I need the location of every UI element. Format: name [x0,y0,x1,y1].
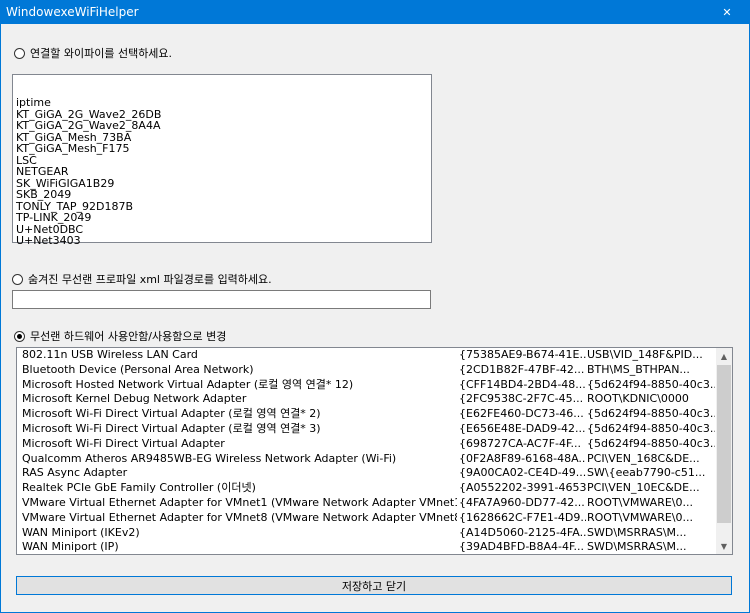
adapter-row[interactable]: WAN Miniport (IKEv2) {A14D5060-2125-4FA..… [17,526,732,541]
adapter-row[interactable]: VMware Virtual Ethernet Adapter for VMne… [17,496,732,511]
save-and-close-button[interactable]: 저장하고 닫기 [16,576,732,595]
adapter-name: Microsoft Hosted Network Virtual Adapter… [22,377,354,391]
adapter-pnp-id: ROOT\VMWARE\0... [587,495,693,509]
adapter-guid: {2FC9538C-2F7C-45... [459,392,584,406]
adapter-row[interactable]: Microsoft Hosted Network Virtual Adapter… [17,378,732,393]
adapter-row[interactable]: Bluetooth Device (Personal Area Network)… [17,363,732,378]
wifi-list-item[interactable]: KT_GiGA_Mesh_F175 [16,143,161,155]
adapter-row[interactable]: WAN Miniport (IP) {39AD4BFD-B8A4-4F... SWD… [17,540,732,554]
scroll-up-arrow-icon[interactable]: ▲ [716,348,732,364]
adapter-row[interactable]: Realtek PCIe GbE Family Controller (이더넷)… [17,481,732,496]
adapter-pnp-id: USB\VID_148F&PID... [587,348,703,361]
adapter-name: VMware Virtual Ethernet Adapter for VMne… [22,510,457,524]
adapter-pnp-id: PCI\VEN_168C&DE... [587,451,700,465]
adapter-name: 802.11n USB Wireless LAN Card [22,348,198,361]
adapter-pnp-id: ROOT\VMWARE\0... [587,510,693,524]
adapter-pnp-id: SWD\MSRRAS\M... [587,540,687,554]
wifi-list-item[interactable]: U+Net3403 [16,235,161,247]
adapter-guid: {CFF14BD4-2BD4-48... [459,377,586,391]
adapter-guid: {39AD4BFD-B8A4-4F... [459,540,584,554]
adapter-name: Realtek PCIe GbE Family Controller (이더넷) [22,481,256,495]
radio-circle[interactable] [12,273,23,285]
adapter-name: VMware Virtual Ethernet Adapter for VMne… [22,495,457,509]
radio-circle-checked[interactable] [14,330,25,342]
adapter-pnp-id: {5d624f94-8850-40c3... [587,407,715,421]
wifi-items: iptime KT_GiGA_2G_Wave2_26DB KT_GiGA_2G_Wa… [16,97,161,247]
adapter-name: WAN Miniport (IP) [22,540,119,554]
adapter-guid: {4FA7A960-DD77-42... [459,495,585,509]
adapter-name: Bluetooth Device (Personal Area Network) [22,362,254,376]
radio-hardware-toggle[interactable]: 무선랜 하드웨어 사용안함/사용함으로 변경 [14,328,226,344]
save-and-close-label: 저장하고 닫기 [341,579,407,593]
adapter-guid: {1628662C-F7E1-4D9... [459,510,586,524]
adapter-guid: {E656E48E-DAD9-42... [459,421,586,435]
xml-path-input[interactable] [12,290,431,309]
wifi-list-item[interactable]: iptime [16,97,161,109]
close-button[interactable]: ✕ [704,0,750,24]
adapter-pnp-id: SWD\MSRRAS\M... [587,525,687,539]
radio-hardware-toggle-label: 무선랜 하드웨어 사용안함/사용함으로 변경 [30,330,227,343]
adapter-row[interactable]: Qualcomm Atheros AR9485WB-EG Wireless Ne… [17,452,732,467]
wifi-list-item[interactable]: NETGEAR [16,166,161,178]
adapter-row[interactable]: 802.11n USB Wireless LAN Card {75385AE9-B… [17,348,732,363]
adapter-guid: {698727CA-AC7F-4F... [459,436,582,450]
adapter-pnp-id: PCI\VEN_10EC&DE... [587,481,700,495]
vertical-scrollbar[interactable]: ▲ ▼ [716,348,732,554]
adapter-row[interactable]: Microsoft Wi-Fi Direct Virtual Adapter (… [17,422,732,437]
radio-select-wifi[interactable]: 연결할 와이파이를 선택하세요. [14,45,172,61]
adapter-guid: {A14D5060-2125-4FA... [459,525,586,539]
adapter-pnp-id: BTH\MS_BTHPAN... [587,362,690,376]
adapter-guid: {A0552202-3991-4653... [459,481,586,495]
window-title: WindowexeWiFiHelper [6,5,139,19]
adapter-row[interactable]: Microsoft Kernel Debug Network Adapter {2… [17,392,732,407]
radio-hidden-profile[interactable]: 숨겨진 무선랜 프로파일 xml 파일경로를 입력하세요. [12,271,272,287]
adapter-name: Microsoft Wi-Fi Direct Virtual Adapter (… [22,407,321,421]
scroll-thumb[interactable] [717,365,731,523]
adapter-row[interactable]: Microsoft Wi-Fi Direct Virtual Adapter {6… [17,437,732,452]
adapter-rows: 802.11n USB Wireless LAN Card {75385AE9-B… [17,348,732,554]
adapter-guid: {0F2A8F89-6168-48A... [459,451,586,465]
adapter-row[interactable]: RAS Async Adapter {9A00CA02-CE4D-49... SW\… [17,466,732,481]
adapter-name: Microsoft Wi-Fi Direct Virtual Adapter (… [22,421,321,435]
wifi-list-item[interactable]: KT_GiGA_2G_Wave2_8A4A [16,120,161,132]
adapter-name: RAS Async Adapter [22,466,128,480]
adapter-guid: {75385AE9-B674-41E... [459,348,586,361]
adapter-pnp-id: SW\{eeab7790-c51... [587,466,706,480]
adapter-name: Microsoft Wi-Fi Direct Virtual Adapter [22,436,225,450]
adapter-name: Qualcomm Atheros AR9485WB-EG Wireless Ne… [22,451,397,465]
wifi-list-item[interactable]: SKB_2049 [16,189,161,201]
adapter-name: Microsoft Kernel Debug Network Adapter [22,392,247,406]
radio-hidden-profile-label: 숨겨진 무선랜 프로파일 xml 파일경로를 입력하세요. [28,273,272,286]
adapter-guid: {9A00CA02-CE4D-49... [459,466,586,480]
adapter-pnp-id: {5d624f94-8850-40c3... [587,421,715,435]
adapter-guid: {E62FE460-DC73-46... [459,407,584,421]
wifi-list-item[interactable]: TP-LINK_2049 [16,212,161,224]
adapter-pnp-id: ROOT\KDNIC\0000 [587,392,689,406]
adapter-guid: {2CD1B82F-47BF-42... [459,362,585,376]
adapter-listbox[interactable]: 802.11n USB Wireless LAN Card {75385AE9-B… [16,347,733,555]
window-border-left [0,24,1,613]
radio-circle[interactable] [14,47,25,59]
title-bar: WindowexeWiFiHelper ✕ [0,0,750,24]
adapter-name: WAN Miniport (IKEv2) [22,525,140,539]
adapter-pnp-id: {5d624f94-8850-40c3... [587,377,715,391]
adapter-pnp-id: {5d624f94-8850-40c3... [587,436,715,450]
adapter-row[interactable]: Microsoft Wi-Fi Direct Virtual Adapter (… [17,407,732,422]
scroll-down-arrow-icon[interactable]: ▼ [716,538,732,554]
radio-select-wifi-label: 연결할 와이파이를 선택하세요. [30,47,173,60]
wifi-listbox[interactable]: iptime KT_GiGA_2G_Wave2_26DB KT_GiGA_2G_Wa… [12,74,432,246]
adapter-row[interactable]: VMware Virtual Ethernet Adapter for VMne… [17,511,732,526]
